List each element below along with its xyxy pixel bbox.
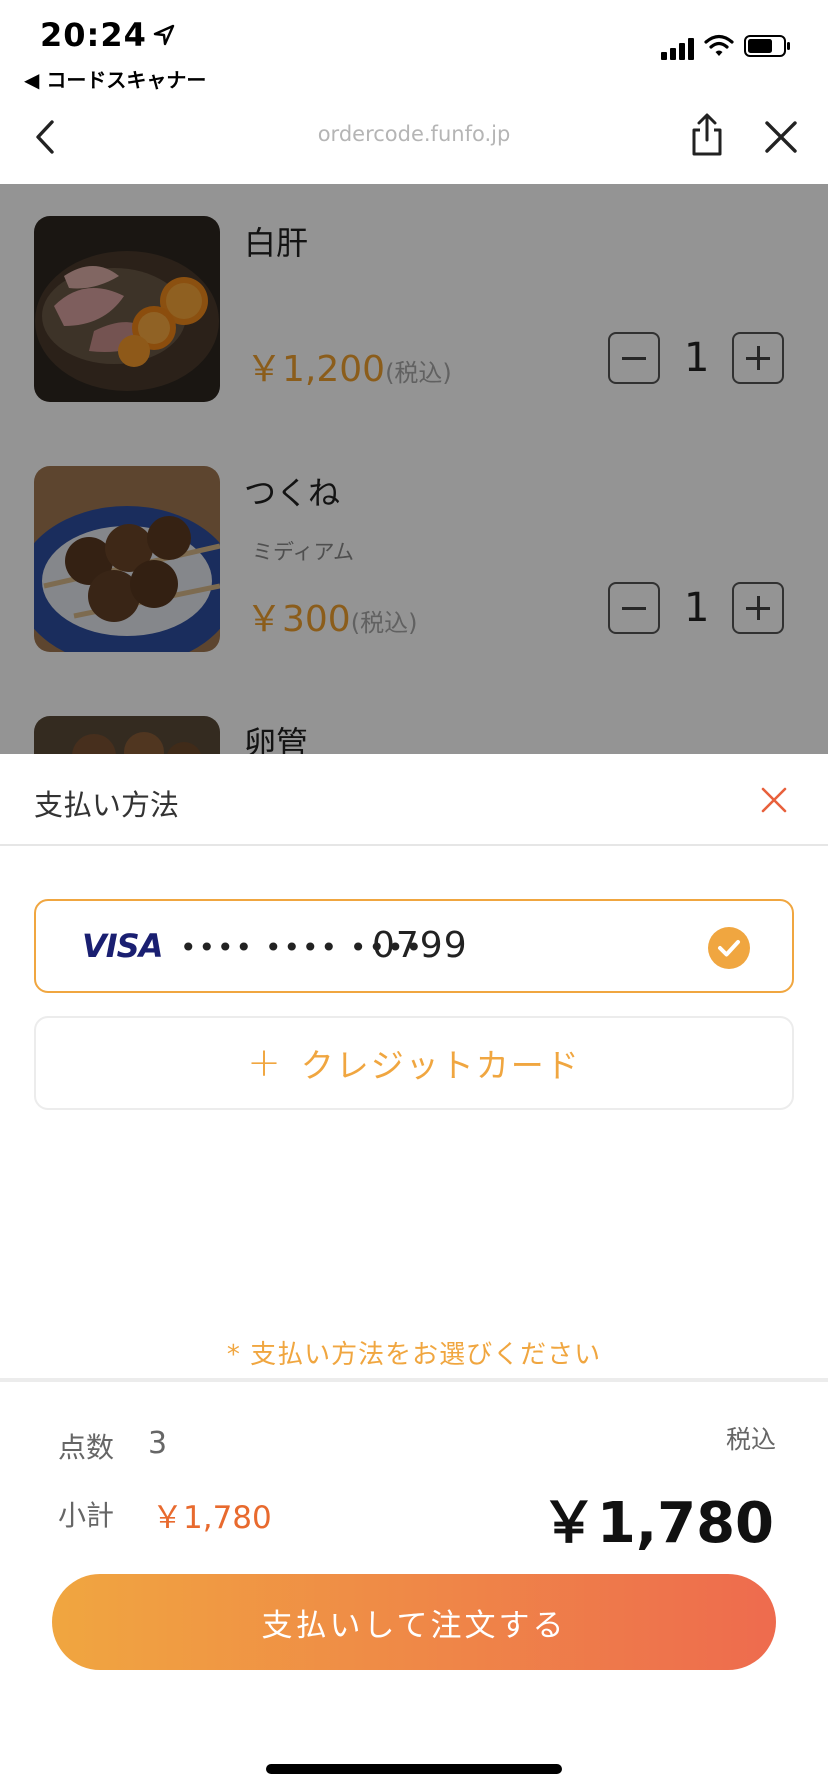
saved-card-option[interactable]: VISA •••• •••• •••• 0799 <box>34 899 794 993</box>
close-icon[interactable] <box>754 780 794 820</box>
sheet-title: 支払い方法 <box>34 788 180 822</box>
add-credit-card-button[interactable]: + クレジットカード <box>34 1016 794 1110</box>
share-icon[interactable] <box>682 110 732 160</box>
location-arrow-icon <box>153 16 175 54</box>
sheet-header: 支払い方法 <box>0 754 828 846</box>
wifi-icon <box>704 34 734 62</box>
status-indicators <box>661 34 792 62</box>
order-summary-footer: 点数 3 税込 小計 ￥1,780 ￥1,780 支払いして注文する <box>0 1378 828 1792</box>
pay-button-label: 支払いして注文する <box>261 1607 567 1644</box>
back-to-app-link[interactable]: ◀ コードスキャナー <box>24 64 206 93</box>
clock-text: 20:24 <box>40 16 147 54</box>
card-last4: 0799 <box>372 925 468 966</box>
item-count-label: 点数 <box>58 1431 115 1464</box>
close-icon[interactable] <box>756 112 806 162</box>
total-amount: ￥1,780 <box>540 1491 774 1556</box>
subtotal-label: 小計 <box>58 1499 115 1532</box>
payment-select-note: * 支払い方法をお選びください <box>226 1340 602 1370</box>
item-count-value: 3 <box>148 1426 168 1461</box>
plus-icon: + <box>247 1040 281 1086</box>
status-bar: 20:24 ◀ コードスキャナー <box>0 0 828 92</box>
checkmark-icon <box>708 927 750 969</box>
visa-logo-icon: VISA <box>82 927 163 965</box>
pay-and-order-button[interactable]: 支払いして注文する <box>52 1574 776 1670</box>
add-card-label: クレジットカード <box>300 1046 581 1085</box>
cellular-signal-icon <box>661 36 694 60</box>
subtotal-value: ￥1,780 <box>152 1500 272 1536</box>
payment-method-sheet: 支払い方法 VISA •••• •••• •••• 0799 + クレジットカー… <box>0 754 828 1792</box>
status-time: 20:24 <box>40 16 175 54</box>
battery-icon <box>744 34 792 62</box>
tax-included-label: 税込 <box>725 1425 776 1454</box>
home-indicator[interactable] <box>266 1764 562 1774</box>
browser-nav-bar: ordercode.funfo.jp <box>0 92 828 184</box>
modal-backdrop[interactable] <box>0 184 828 754</box>
